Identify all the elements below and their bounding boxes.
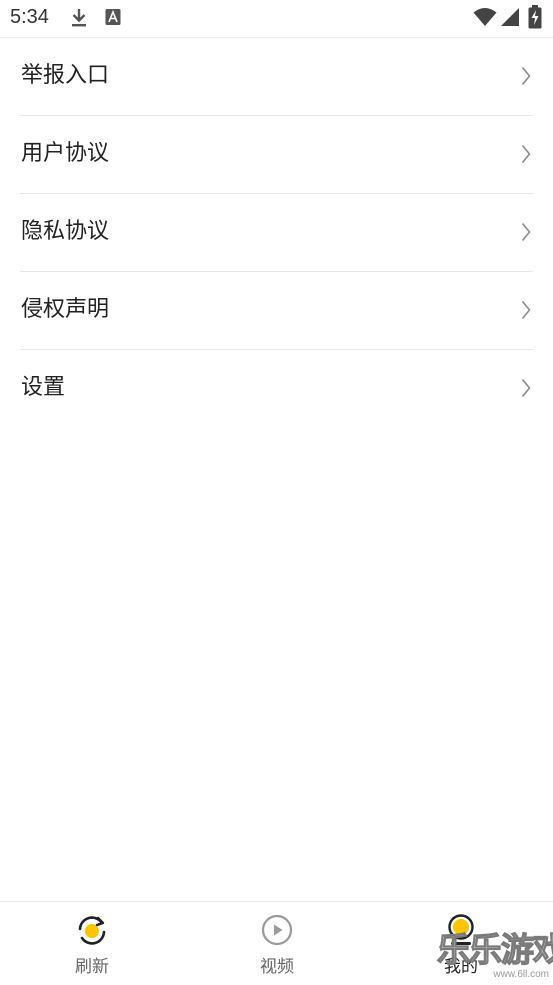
status-time: 5:34: [10, 6, 49, 28]
signal-icon: [501, 8, 519, 26]
chevron-right-icon: [521, 378, 531, 398]
menu-item-label: 设置: [21, 375, 66, 400]
menu-item-settings[interactable]: 设置: [20, 350, 533, 427]
download-icon: [72, 9, 86, 27]
watermark-url: www.6ll.com: [493, 969, 549, 980]
tab-video[interactable]: 视频: [217, 902, 337, 985]
font-a-icon: [105, 9, 121, 25]
settings-menu-list: 举报入口 用户协议 隐私协议 侵权声明 设置: [20, 38, 533, 427]
menu-item-label: 举报入口: [21, 63, 110, 88]
menu-item-label: 隐私协议: [21, 219, 110, 244]
refresh-icon: [78, 916, 106, 945]
chevron-right-icon: [521, 300, 531, 320]
wifi-icon: [473, 8, 497, 26]
tab-refresh[interactable]: 刷新: [32, 902, 152, 985]
menu-item-label: 侵权声明: [21, 297, 110, 322]
menu-item-label: 用户协议: [21, 141, 110, 166]
watermark-text: 乐乐游戏: [436, 930, 553, 969]
status-bar: 5:34: [0, 0, 553, 37]
menu-item-infringement-notice[interactable]: 侵权声明: [20, 272, 533, 350]
menu-item-privacy-agreement[interactable]: 隐私协议: [20, 194, 533, 272]
tab-label: 视频: [260, 957, 294, 977]
chevron-right-icon: [521, 222, 531, 242]
play-circle-icon: [261, 914, 293, 946]
watermark-logo: 乐乐游戏 www.6ll.com: [436, 930, 553, 984]
chevron-right-icon: [521, 66, 531, 86]
battery-charging-icon: [528, 5, 542, 29]
tab-label: 刷新: [75, 957, 109, 977]
menu-item-user-agreement[interactable]: 用户协议: [20, 116, 533, 194]
chevron-right-icon: [521, 144, 531, 164]
menu-item-report[interactable]: 举报入口: [20, 38, 533, 116]
